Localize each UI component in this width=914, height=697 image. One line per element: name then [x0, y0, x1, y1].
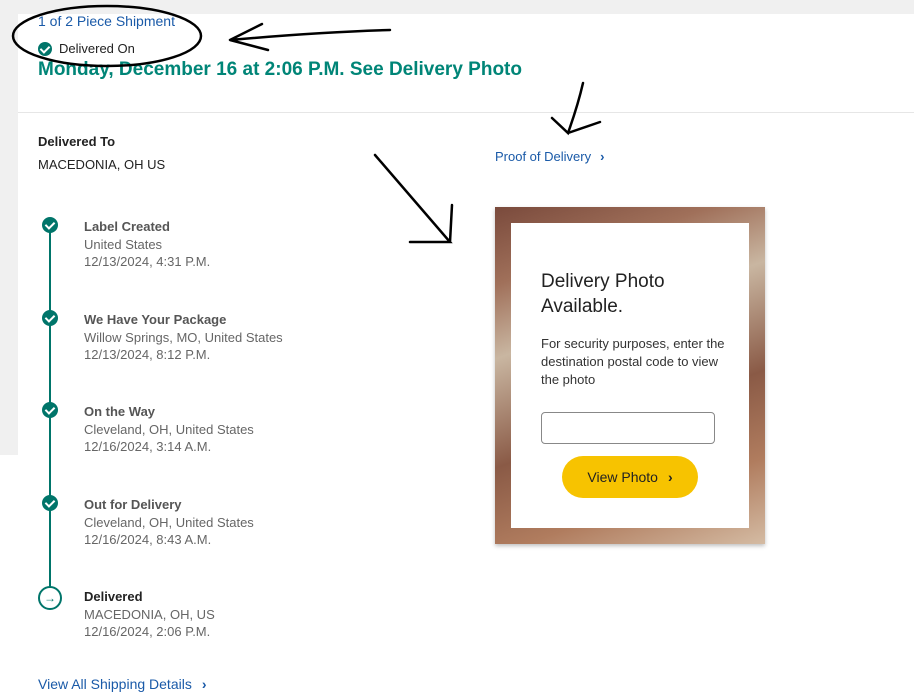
event-title: Delivered: [84, 589, 143, 604]
view-all-shipping-details-link[interactable]: View All Shipping Details ›: [38, 676, 207, 692]
timeline-event: Out for Delivery Cleveland, OH, United S…: [84, 496, 254, 549]
delivery-photo-panel: Delivery Photo Available. For security p…: [495, 207, 765, 544]
check-circle-icon: [42, 217, 58, 233]
timeline-event: We Have Your Package Willow Springs, MO,…: [84, 311, 283, 364]
delivery-photo-title: Delivery Photo Available.: [541, 271, 665, 317]
event-title: On the Way: [84, 404, 156, 419]
header-divider: [18, 112, 914, 113]
view-all-label: View All Shipping Details: [38, 676, 192, 692]
timeline-event: Delivered MACEDONIA, OH, US 12/16/2024, …: [84, 588, 215, 641]
delivered-to-value: MACEDONIA, OH US: [38, 157, 166, 172]
check-circle-icon: [42, 402, 58, 418]
timeline-event: On the Way Cleveland, OH, United States …: [84, 403, 254, 456]
chevron-right-icon: ›: [201, 676, 207, 692]
check-circle-icon: [42, 495, 58, 511]
event-title: Out for Delivery: [84, 497, 182, 512]
event-datetime: 12/16/2024, 8:43 A.M.: [84, 532, 212, 547]
event-datetime: 12/16/2024, 3:14 A.M.: [84, 439, 212, 454]
delivery-photo-card: Delivery Photo Available. For security p…: [511, 223, 749, 528]
view-photo-label: View Photo: [587, 469, 658, 485]
event-location: Cleveland, OH, United States: [84, 421, 254, 437]
proof-of-delivery-link[interactable]: Proof of Delivery ›: [495, 149, 604, 164]
delivered-on-row: Delivered On: [38, 41, 135, 56]
event-datetime: 12/13/2024, 4:31 P.M.: [84, 254, 211, 269]
event-location: United States: [84, 236, 163, 252]
chevron-right-icon: ›: [600, 149, 605, 164]
delivered-date-headline[interactable]: Monday, December 16 at 2:06 P.M. See Del…: [38, 59, 522, 81]
check-circle-icon: [38, 41, 52, 56]
postal-code-input[interactable]: [541, 412, 715, 444]
arrow-right-circle-icon: →: [38, 586, 62, 610]
event-location: Cleveland, OH, United States: [84, 514, 254, 530]
event-location: MACEDONIA, OH, US: [84, 606, 215, 622]
piece-shipment-link[interactable]: 1 of 2 Piece Shipment: [38, 13, 175, 29]
timeline-event: Label Created United States 12/13/2024, …: [84, 218, 210, 271]
event-title: We Have Your Package: [84, 312, 227, 327]
proof-of-delivery-label: Proof of Delivery: [495, 149, 592, 164]
event-datetime: 12/16/2024, 2:06 P.M.: [84, 624, 211, 639]
event-location: Willow Springs, MO, United States: [84, 329, 283, 345]
check-circle-icon: [42, 310, 58, 326]
view-photo-button[interactable]: View Photo ›: [562, 456, 698, 498]
left-gutter: [0, 455, 18, 697]
chevron-right-icon: ›: [667, 469, 673, 485]
delivered-on-label: Delivered On: [59, 41, 135, 56]
event-title: Label Created: [84, 219, 170, 234]
delivery-photo-description: For security purposes, enter the destina…: [541, 336, 725, 387]
delivered-to-label: Delivered To: [38, 134, 116, 149]
event-datetime: 12/13/2024, 8:12 P.M.: [84, 347, 211, 362]
